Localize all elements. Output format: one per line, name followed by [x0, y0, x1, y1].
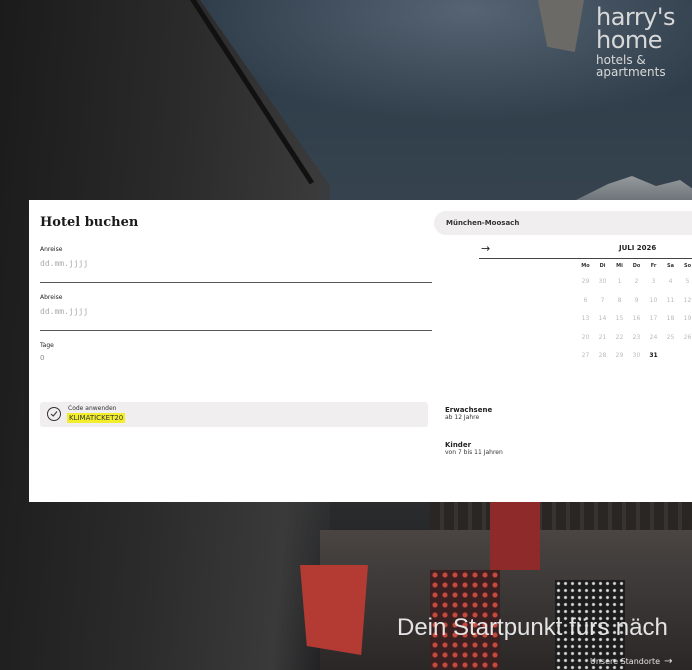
- booking-panel: Hotel buchen Anreise dd.mm.jjjj Abreise …: [29, 200, 692, 502]
- calendar-day[interactable]: 20: [577, 334, 594, 341]
- calendar-weekday: So: [683, 263, 692, 269]
- calendar-day[interactable]: 6: [577, 297, 594, 304]
- calendar-day[interactable]: 7: [594, 297, 611, 304]
- calendar-day[interactable]: 22: [611, 334, 628, 341]
- calendar-day[interactable]: 26: [679, 334, 692, 341]
- promo-code: KLIMATICKET20: [67, 413, 126, 423]
- arrival-label: Anreise: [40, 246, 63, 253]
- calendar-day[interactable]: 21: [594, 334, 611, 341]
- calendar-day[interactable]: 29: [611, 352, 628, 359]
- calendar-day[interactable]: 11: [662, 297, 679, 304]
- calendar-day[interactable]: 15: [611, 315, 628, 322]
- calendar-day[interactable]: 12: [679, 297, 692, 304]
- locations-link-label: Unsere Standorte: [590, 657, 661, 666]
- calendar-day[interactable]: 19: [679, 315, 692, 322]
- adults-subtitle: ab 12 Jahre: [445, 414, 480, 421]
- field-underline: [40, 330, 432, 331]
- calendar-day[interactable]: 28: [594, 352, 611, 359]
- location-select[interactable]: München-Moosach: [434, 211, 692, 235]
- logo-line-2: home: [596, 26, 663, 54]
- locations-link[interactable]: Unsere Standorte →: [590, 656, 673, 667]
- adults-title: Erwachsene: [445, 406, 493, 414]
- calendar-day[interactable]: 8: [611, 297, 628, 304]
- calendar-day[interactable]: 30: [628, 352, 645, 359]
- children-title: Kinder: [445, 441, 472, 449]
- calendar-day[interactable]: 9: [628, 297, 645, 304]
- promo-code-box[interactable]: Code anwenden KLIMATICKET20: [40, 402, 428, 427]
- calendar-day[interactable]: 18: [662, 315, 679, 322]
- calendar-day[interactable]: 10: [645, 297, 662, 304]
- calendar-day[interactable]: 27: [577, 352, 594, 359]
- calendar-day[interactable]: 29: [577, 278, 594, 285]
- days-field: Tage 0: [40, 342, 432, 372]
- hanging-cloth: [300, 565, 368, 655]
- check-circle-icon[interactable]: [47, 407, 61, 421]
- arrow-right-icon[interactable]: →: [481, 242, 490, 255]
- calendar-day[interactable]: 13: [577, 315, 594, 322]
- brand-logo[interactable]: harry's home hotels & apartments: [596, 5, 676, 79]
- booking-title: Hotel buchen: [40, 215, 139, 230]
- arrow-right-icon: →: [664, 656, 673, 667]
- arrival-placeholder: dd.mm.jjjj: [40, 259, 89, 268]
- field-underline: [40, 282, 432, 283]
- roof-tiles: [430, 500, 692, 530]
- calendar-day[interactable]: 4: [662, 278, 679, 285]
- calendar-day[interactable]: 25: [662, 334, 679, 341]
- calendar-weekday: Sa: [667, 263, 674, 269]
- days-value: 0: [40, 354, 45, 362]
- calendar-day[interactable]: 3: [645, 278, 662, 285]
- calendar-day[interactable]: 23: [628, 334, 645, 341]
- adults-selector[interactable]: Erwachsene ab 12 Jahre: [445, 406, 492, 421]
- calendar-day[interactable]: 31: [645, 352, 662, 359]
- calendar-weekday: Fr: [650, 263, 657, 269]
- calendar-weekday: Mo: [581, 263, 590, 269]
- logo-line-4: apartments: [596, 65, 666, 79]
- calendar-weekday: Mi: [616, 263, 623, 269]
- calendar-day[interactable]: 16: [628, 315, 645, 322]
- calendar-weekday: Do: [632, 263, 641, 269]
- departure-placeholder: dd.mm.jjjj: [40, 307, 89, 316]
- departure-label: Abreise: [40, 294, 63, 301]
- calendar-day[interactable]: 5: [679, 278, 692, 285]
- departure-field[interactable]: Abreise dd.mm.jjjj: [40, 294, 432, 332]
- promo-label: Code anwenden: [68, 405, 117, 412]
- calendar-weekday: Di: [599, 263, 606, 269]
- calendar-day[interactable]: 2: [628, 278, 645, 285]
- calendar-day[interactable]: 30: [594, 278, 611, 285]
- calendar-month: JULI 2026: [619, 244, 657, 252]
- days-label: Tage: [40, 342, 54, 349]
- children-subtitle: von 7 bis 11 Jahren: [445, 449, 503, 456]
- calendar-divider: [479, 258, 692, 259]
- calendar-day[interactable]: 14: [594, 315, 611, 322]
- arrival-field[interactable]: Anreise dd.mm.jjjj: [40, 246, 432, 284]
- calendar-day[interactable]: 17: [645, 315, 662, 322]
- hero-tagline: Dein Startpunkt fürs näch: [397, 614, 668, 641]
- calendar-day[interactable]: 24: [645, 334, 662, 341]
- hanging-cloth: [490, 500, 540, 570]
- location-value: München-Moosach: [446, 219, 520, 227]
- calendar-day[interactable]: 1: [611, 278, 628, 285]
- children-selector[interactable]: Kinder von 7 bis 11 Jahren: [445, 441, 503, 456]
